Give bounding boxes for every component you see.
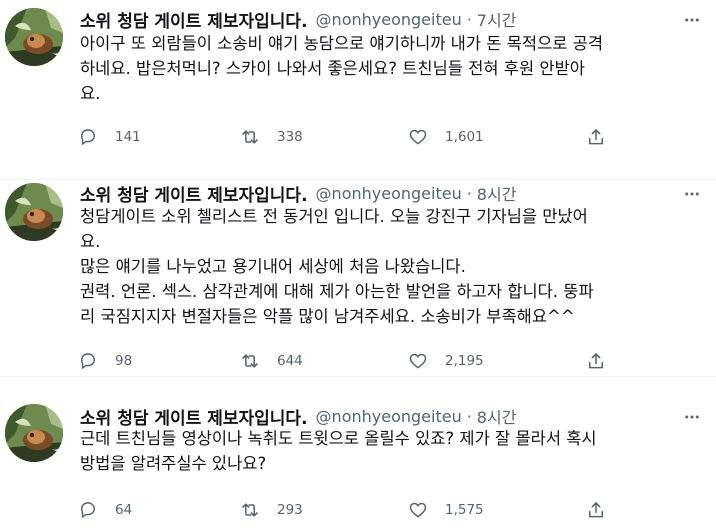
tweet-actions: 141 338 1,601	[78, 126, 618, 148]
display-name[interactable]: 소위 청담 게이트 제보자입니다.	[80, 7, 308, 32]
more-options-icon[interactable]	[682, 407, 702, 427]
reply-icon	[81, 502, 95, 518]
tweet-text-line: 방법을 알려주실수 있나요?	[80, 454, 267, 473]
tweet-text-line: 많은 얘기를 나누었고 용기내어 세상에 처음 나왔습니다.	[80, 257, 466, 276]
share-icon	[589, 353, 603, 369]
separator-dot: ·	[466, 406, 472, 426]
display-name[interactable]: 소위 청담 게이트 제보자입니다.	[80, 404, 308, 429]
tweet-text: 아이구 또 외람들이 소송비 얘기 농담으로 얘기하니까 내가 돈 목적으로 공…	[80, 31, 700, 106]
retweet-count: 293	[277, 502, 303, 518]
tweet-text-line: 요.	[80, 232, 101, 251]
avatar[interactable]	[5, 8, 63, 66]
tweet-text-line: 근데 트친님들 영상이나 녹취도 트윗으로 올릴수 있죠? 제가 잘 몰라서 혹…	[80, 429, 597, 448]
tweet-text-line: 하네요. 밥은처먹니? 스카이 나와서 좋은세요? 트친님들 전혀 후원 안받아	[80, 59, 585, 78]
tweet[interactable]: 소위 청담 게이트 제보자입니다. @nonhyeongeiteu · 7시간 …	[0, 0, 716, 180]
tweet-text-line: 리 국짐지지자 변절자들은 악플 많이 남겨주세요. 소송비가 부족해요^^	[80, 307, 575, 326]
user-handle[interactable]: @nonhyeongeiteu	[316, 184, 462, 203]
more-options-icon[interactable]	[682, 184, 702, 204]
avatar-image	[5, 8, 63, 66]
timestamp[interactable]: 8시간	[477, 404, 517, 428]
reply-count: 141	[115, 129, 141, 145]
reply-count: 98	[115, 353, 133, 369]
avatar-image	[5, 404, 63, 462]
share-button[interactable]	[586, 350, 606, 372]
retweet-count: 338	[277, 129, 303, 145]
retweet-icon	[242, 503, 258, 517]
tweet-actions: 64 293 1,575	[78, 499, 618, 521]
heart-icon	[409, 353, 427, 369]
retweet-icon	[242, 354, 258, 368]
tweet-text-line: 권력. 언론. 섹스. 삼각관계에 대해 제가 아는한 발언을 하고자 합니다.…	[80, 282, 594, 301]
timestamp[interactable]: 7시간	[477, 7, 517, 31]
avatar-image	[5, 183, 63, 241]
avatar[interactable]	[5, 183, 63, 241]
separator-dot: ·	[466, 9, 472, 29]
retweet-button[interactable]: 293	[240, 499, 303, 521]
reply-button[interactable]: 64	[78, 499, 132, 521]
display-name[interactable]: 소위 청담 게이트 제보자입니다.	[80, 181, 308, 206]
share-button[interactable]	[586, 126, 606, 148]
avatar[interactable]	[5, 404, 63, 462]
like-button[interactable]: 1,575	[408, 499, 484, 521]
user-handle[interactable]: @nonhyeongeiteu	[316, 407, 462, 426]
tweet-text-line: 요.	[80, 84, 101, 103]
reply-button[interactable]: 141	[78, 126, 141, 148]
tweet-header: 소위 청담 게이트 제보자입니다. @nonhyeongeiteu · 8시간	[80, 180, 516, 206]
share-button[interactable]	[586, 499, 606, 521]
reply-icon	[81, 353, 95, 369]
user-handle[interactable]: @nonhyeongeiteu	[316, 10, 462, 29]
heart-icon	[409, 502, 427, 518]
reply-icon	[81, 129, 95, 145]
retweet-count: 644	[277, 353, 303, 369]
tweet[interactable]: 소위 청담 게이트 제보자입니다. @nonhyeongeiteu · 8시간 …	[0, 377, 716, 530]
tweet-text: 청담게이트 소위 첼리스트 전 동거인 입니다. 오늘 강진구 기자님을 만났어…	[80, 204, 700, 329]
like-button[interactable]: 2,195	[408, 350, 484, 372]
timestamp[interactable]: 8시간	[477, 181, 517, 205]
like-count: 1,575	[445, 502, 484, 518]
tweet-actions: 98 644 2,195	[78, 350, 618, 372]
like-count: 2,195	[445, 353, 484, 369]
heart-icon	[409, 129, 427, 145]
tweet[interactable]: 소위 청담 게이트 제보자입니다. @nonhyeongeiteu · 8시간 …	[0, 180, 716, 377]
like-count: 1,601	[445, 129, 484, 145]
retweet-button[interactable]: 644	[240, 350, 303, 372]
retweet-icon	[242, 130, 258, 144]
share-icon	[589, 502, 603, 518]
like-button[interactable]: 1,601	[408, 126, 484, 148]
more-options-icon[interactable]	[682, 10, 702, 30]
share-icon	[589, 129, 603, 145]
reply-count: 64	[115, 502, 133, 518]
tweet-text-line: 청담게이트 소위 첼리스트 전 동거인 입니다. 오늘 강진구 기자님을 만났어	[80, 207, 588, 226]
tweet-text-line: 아이구 또 외람들이 소송비 얘기 농담으로 얘기하니까 내가 돈 목적으로 공…	[80, 34, 604, 53]
separator-dot: ·	[466, 183, 472, 203]
reply-button[interactable]: 98	[78, 350, 132, 372]
tweet-header: 소위 청담 게이트 제보자입니다. @nonhyeongeiteu · 7시간	[80, 6, 516, 32]
retweet-button[interactable]: 338	[240, 126, 303, 148]
tweet-text: 근데 트친님들 영상이나 녹취도 트윗으로 올릴수 있죠? 제가 잘 몰라서 혹…	[80, 426, 700, 476]
